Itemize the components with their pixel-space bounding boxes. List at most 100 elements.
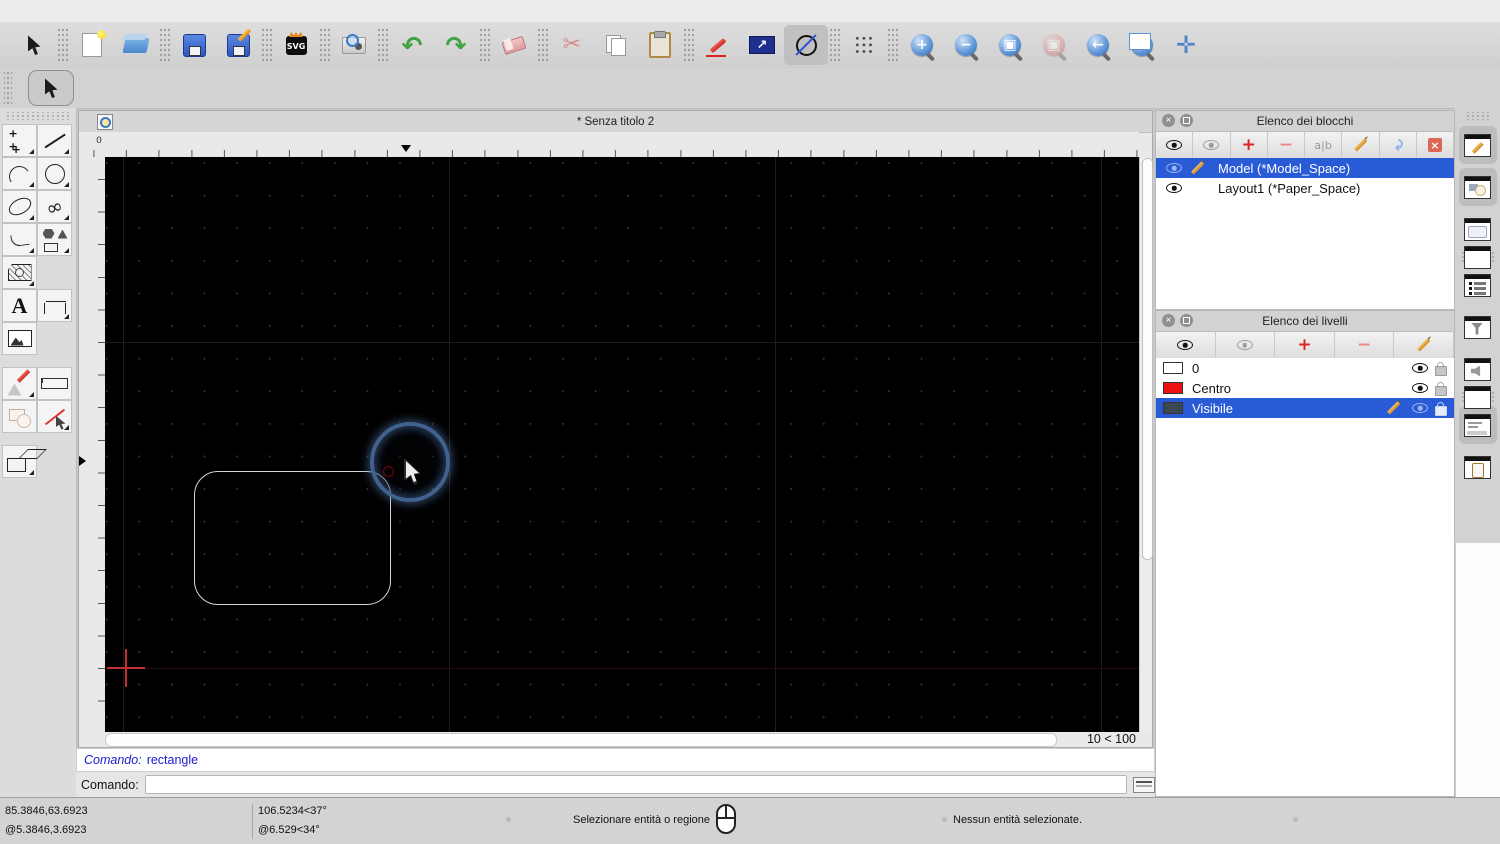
rename-block-button[interactable]: a|b — [1305, 132, 1343, 158]
points-icon — [4, 125, 36, 157]
layer-visibility-icon[interactable] — [1412, 383, 1428, 393]
toolbar-drag-handle[interactable] — [4, 71, 12, 105]
tool-hatch[interactable] — [2, 256, 37, 289]
tool-dimension[interactable] — [37, 289, 72, 322]
block-visibility-icon[interactable] — [1166, 163, 1182, 173]
command-input[interactable] — [144, 775, 1128, 794]
remove-layer-button[interactable]: − — [1334, 332, 1395, 358]
close-panel-button[interactable]: × — [1162, 114, 1175, 127]
tool-text[interactable] — [2, 289, 37, 322]
float-panel-button[interactable] — [1180, 114, 1193, 127]
dock-toggle-layer-filter[interactable] — [1459, 308, 1497, 346]
layer-lock-icon[interactable] — [1435, 401, 1447, 416]
zoom-redraw-button[interactable]: ▣ — [1032, 25, 1076, 65]
tool-modify-attributes[interactable] — [37, 400, 72, 433]
show-all-layers-button[interactable] — [1156, 332, 1216, 358]
export-svg-button[interactable] — [274, 25, 318, 65]
grid-toggle-button[interactable] — [842, 25, 886, 65]
zoom-in-button[interactable]: + — [900, 25, 944, 65]
paste-button[interactable] — [638, 25, 682, 65]
delete-selected-button[interactable] — [492, 25, 536, 65]
tool-points[interactable] — [2, 124, 37, 157]
cut-button[interactable]: ✂ — [550, 25, 594, 65]
tool-circle[interactable] — [37, 157, 72, 190]
dock-toggle-clipboard[interactable] — [1459, 448, 1497, 486]
Model (*Model_Space)[interactable]: Model (*Model_Space) — [1156, 158, 1454, 178]
edit-block-button[interactable] — [1342, 132, 1380, 158]
tool-ellipse[interactable] — [2, 190, 37, 223]
toggle-construction-lines-button[interactable] — [784, 25, 828, 65]
save-button[interactable] — [172, 25, 216, 65]
layer-visibility-icon[interactable] — [1412, 363, 1428, 373]
tool-polyline[interactable] — [2, 223, 37, 256]
open-drawing-button[interactable] — [114, 25, 158, 65]
pointer-icon — [18, 29, 50, 61]
rounded-rectangle-entity[interactable] — [194, 471, 391, 605]
tool-solid-3d[interactable] — [2, 445, 37, 478]
drawing-canvas[interactable] — [105, 157, 1141, 734]
close-panel-button[interactable]: × — [1162, 314, 1175, 327]
zoom-auto-button[interactable]: ▣ — [988, 25, 1032, 65]
block-visibility-icon[interactable] — [1166, 183, 1182, 193]
new-drawing-button[interactable] — [70, 25, 114, 65]
vertical-scrollbar-thumb[interactable] — [1141, 158, 1153, 560]
zoomprev-icon: ← — [1082, 29, 1114, 61]
show-all-blocks-button[interactable] — [1156, 132, 1194, 158]
dock-toggle-command-line[interactable] — [1458, 406, 1497, 444]
zoom-out-button[interactable]: − — [944, 25, 988, 65]
tool-arc[interactable] — [2, 157, 37, 190]
tool-line[interactable] — [37, 124, 72, 157]
dock-toggle-library[interactable] — [1458, 168, 1497, 206]
tool-info[interactable] — [2, 400, 37, 433]
tool-polygon[interactable] — [37, 223, 72, 256]
save-as-button[interactable] — [216, 25, 260, 65]
absolute-polar: 106.5234<37° — [258, 805, 327, 817]
circleT-icon — [39, 158, 71, 190]
drawing-title-bar[interactable]: * Senza titolo 2 — [79, 111, 1152, 133]
dock-toggle-layer-list[interactable] — [1459, 266, 1497, 304]
print-preview-button[interactable] — [332, 25, 376, 65]
horizontal-scrollbar-thumb[interactable] — [105, 733, 1057, 747]
undo-button[interactable]: ↶ — [390, 25, 434, 65]
edit-layer-button[interactable] — [1394, 332, 1454, 358]
selection-pointer-button[interactable] — [12, 25, 56, 65]
layer-visibility-icon[interactable] — [1412, 403, 1428, 413]
0[interactable]: 0 — [1156, 358, 1454, 378]
Centro[interactable]: Centro — [1156, 378, 1454, 398]
active-selection-tool-button[interactable] — [28, 70, 74, 106]
insert-block-button[interactable]: ↷ — [1379, 132, 1417, 158]
hide-all-blocks-button[interactable] — [1193, 132, 1231, 158]
tool-image[interactable] — [2, 322, 37, 355]
layer-lock-icon[interactable] — [1435, 361, 1447, 376]
layer-lock-icon[interactable] — [1435, 381, 1447, 396]
add-layer-button[interactable]: + — [1275, 332, 1335, 358]
win-funnel-icon — [1464, 315, 1491, 339]
command-options-button[interactable] — [1133, 776, 1155, 793]
Visibile[interactable]: Visibile — [1156, 398, 1454, 418]
palette-grid — [2, 124, 74, 478]
tool-spline[interactable] — [37, 190, 72, 223]
float-panel-button[interactable] — [1180, 314, 1193, 327]
tool-measure[interactable] — [37, 367, 72, 400]
redo-button[interactable]: ↷ — [434, 25, 478, 65]
dock-toggle-block-list[interactable] — [1459, 350, 1497, 388]
delete-block-button[interactable]: × — [1416, 132, 1454, 158]
zoom-previous-button[interactable]: ← — [1076, 25, 1120, 65]
tool-modify[interactable] — [2, 367, 37, 400]
attributes-pen-button[interactable] — [696, 25, 740, 65]
dock-toggle-block-edit[interactable] — [1458, 126, 1497, 164]
dock-strip-handle[interactable] — [1464, 112, 1491, 120]
vertical-scrollbar[interactable] — [1139, 157, 1153, 734]
remove-block-button[interactable]: − — [1267, 132, 1305, 158]
hide-all-layers-button[interactable] — [1215, 332, 1276, 358]
add-block-button[interactable]: + — [1230, 132, 1268, 158]
copy-button[interactable] — [594, 25, 638, 65]
properties-button[interactable] — [740, 25, 784, 65]
zoom-window-button[interactable] — [1120, 25, 1164, 65]
zoom-pan-button[interactable]: ✛ — [1164, 25, 1208, 65]
Layout1 (*Paper_Space)[interactable]: Layout1 (*Paper_Space) — [1156, 178, 1454, 198]
palette-drag-handle[interactable] — [6, 112, 70, 120]
layer-edit-icon[interactable] — [1386, 401, 1400, 415]
horizontal-scrollbar[interactable]: 10 < 100 — [79, 732, 1152, 747]
dock-toggle-preview[interactable] — [1459, 210, 1497, 248]
